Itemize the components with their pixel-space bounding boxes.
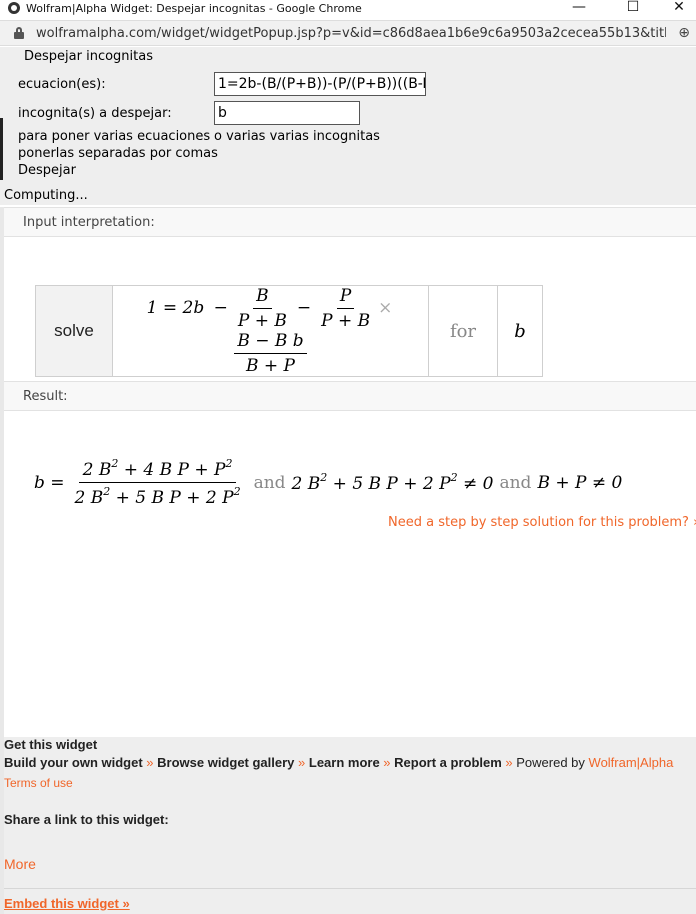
help-text-1: para poner varias ecuaciones: [18, 129, 211, 144]
learn-more-link[interactable]: Learn more: [309, 755, 380, 770]
fraction-2-num: P: [336, 286, 355, 309]
submit-button[interactable]: Despejar: [18, 163, 76, 178]
address-bar[interactable]: wolframalpha.com/widget/widgetPopup.jsp?…: [0, 20, 696, 46]
close-button[interactable]: ✕: [656, 0, 696, 16]
widget-form: Despejar incognitas ecuacion(es): 1=2b-(…: [0, 47, 696, 205]
equation-input[interactable]: 1=2b-(B/(P+B))-(P/(P+B))((B-Bb)/(B+P)): [214, 72, 426, 96]
result-heading: Result:: [4, 381, 696, 411]
wolfram-alpha-link[interactable]: Wolfram|Alpha: [589, 755, 674, 770]
terms-of-use-link[interactable]: Terms of use: [4, 776, 73, 790]
times-sign: ×: [378, 298, 393, 318]
eq-minus-1: −: [213, 298, 228, 318]
build-widget-link[interactable]: Build your own widget: [4, 755, 143, 770]
minimize-button[interactable]: —: [556, 0, 602, 16]
eq-b: b: [193, 298, 205, 318]
and-word-2: and: [499, 472, 532, 493]
maximize-button[interactable]: ☐: [610, 0, 656, 16]
lock-icon: [14, 27, 24, 39]
help-text-2: ponerlas separadas por comas: [18, 146, 218, 161]
interpretation-table: solve 1 = 2b − B P + B − P P + B × B − B bB + P…: [35, 285, 543, 377]
result-fraction: 2 B2 + 4 B P + P2 2 B2 + 5 B P + 2 P2: [71, 457, 245, 508]
fraction-1-den: P + B: [237, 311, 287, 331]
share-link-heading: Share a link to this widget:: [4, 812, 169, 827]
window-titlebar: Wolfram|Alpha Widget: Despejar incognita…: [0, 0, 696, 16]
result-numerator: 2 B2 + 4 B P + P2: [78, 457, 237, 483]
fraction-3: B − B bB + P: [234, 331, 307, 376]
unknown-input[interactable]: b: [214, 101, 360, 125]
eq-minus-2: −: [296, 298, 312, 318]
result-pod: b = 2 B2 + 4 B P + P2 2 B2 + 5 B P + 2 P…: [4, 412, 696, 736]
step-by-step-link[interactable]: Need a step by step solution for this pr…: [388, 515, 696, 530]
fraction-1-num: B: [253, 286, 272, 309]
result-expression: b = 2 B2 + 4 B P + P2 2 B2 + 5 B P + 2 P…: [34, 457, 622, 508]
widget-footer: Get this widget Build your own widget » …: [4, 737, 696, 914]
help-text-1b: o varias varias incognitas: [214, 129, 380, 144]
report-problem-link[interactable]: Report a problem: [394, 755, 502, 770]
fraction-2: PP + B: [318, 286, 373, 331]
and-word-1: and: [253, 472, 286, 493]
unknown-label: incognita(s) a despejar:: [18, 106, 172, 121]
footer-links: Build your own widget » Browse widget ga…: [4, 755, 674, 770]
result-lhs: b =: [34, 472, 65, 493]
zoom-icon[interactable]: ⊕: [678, 25, 690, 41]
embed-widget-link[interactable]: Embed this widget »: [4, 896, 130, 911]
eq-lhs: 1 = 2: [146, 298, 194, 318]
condition-1: 2 B2 + 5 B P + 2 P2 ≠ 0: [291, 471, 494, 494]
footer-divider: [4, 888, 696, 889]
interpretation-pod: solve 1 = 2b − B P + B − P P + B × B − B bB + P…: [4, 238, 696, 380]
fraction-3-num: B − B b: [234, 331, 307, 354]
for-cell: for: [428, 285, 498, 377]
interpretation-heading: Input interpretation:: [4, 207, 696, 237]
fraction-2-den: P + B: [321, 311, 371, 331]
result-denominator: 2 B2 + 5 B P + 2 P2: [74, 485, 241, 508]
equation-label: ecuacion(es):: [18, 77, 106, 92]
more-link[interactable]: More: [4, 856, 36, 872]
url-text[interactable]: wolframalpha.com/widget/widgetPopup.jsp?…: [36, 26, 666, 41]
variable-cell: b: [497, 285, 543, 377]
computing-status: Computing...: [4, 188, 88, 203]
window-title: Wolfram|Alpha Widget: Despejar incognita…: [26, 1, 362, 15]
powered-by-text: Powered by: [516, 755, 585, 770]
chrome-icon: [8, 2, 20, 14]
condition-2: B + P ≠ 0: [537, 472, 623, 493]
fraction-1: BP + B: [235, 286, 290, 331]
left-edge-mark: [0, 118, 3, 180]
fraction-3-den: B + P: [246, 356, 295, 376]
equation-cell: 1 = 2b − B P + B − P P + B × B − B bB + P: [112, 285, 429, 377]
browse-gallery-link[interactable]: Browse widget gallery: [157, 755, 294, 770]
widget-header: Despejar incognitas: [24, 49, 153, 64]
solve-cell: solve: [35, 285, 113, 377]
get-widget-heading: Get this widget: [4, 737, 98, 752]
